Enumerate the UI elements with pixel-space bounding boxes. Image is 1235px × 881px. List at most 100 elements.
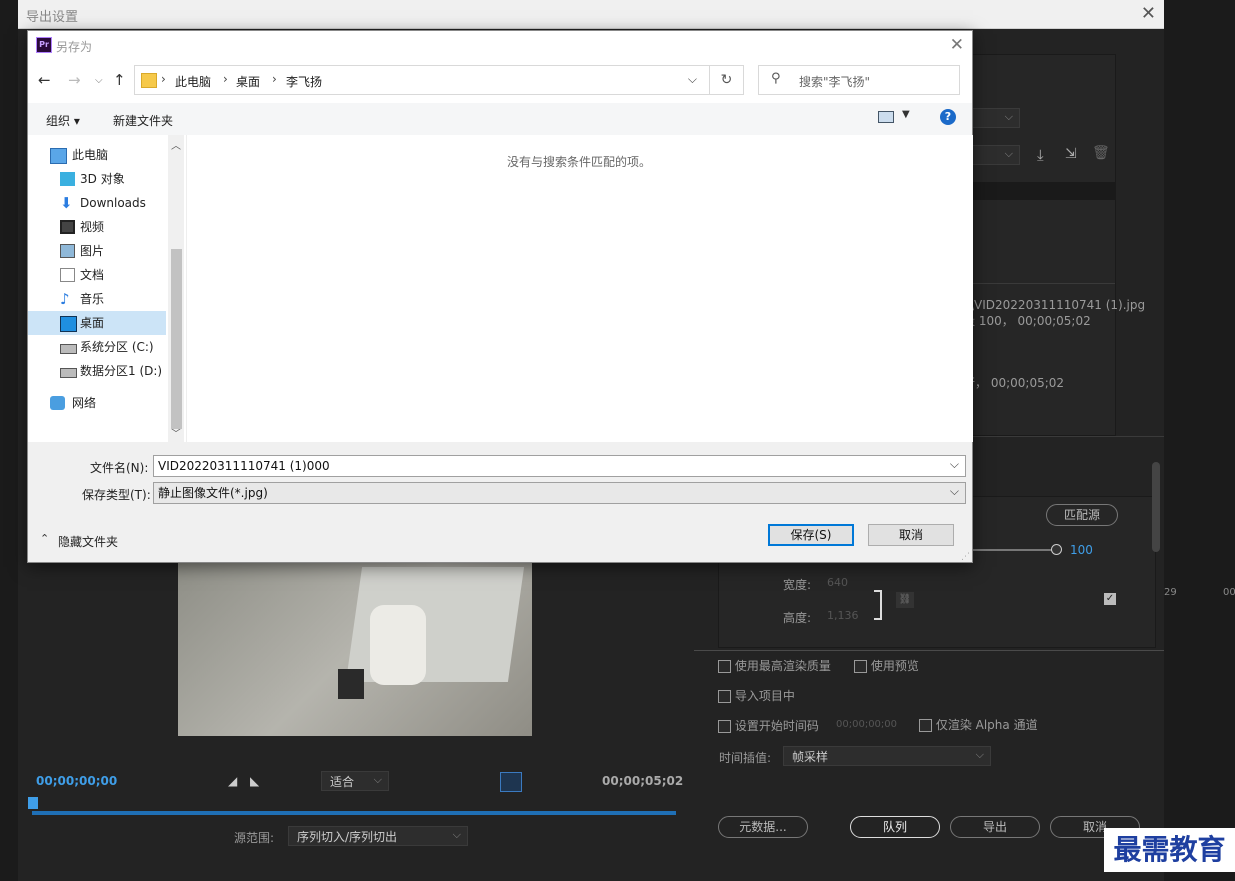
mark-in-icon[interactable]: ◢ bbox=[228, 774, 237, 788]
view-options-icon[interactable] bbox=[878, 111, 894, 123]
desktop-icon bbox=[60, 316, 77, 332]
checkbox[interactable] bbox=[718, 690, 731, 703]
fit-dropdown[interactable]: 适合 bbox=[321, 770, 389, 791]
delete-preset-icon[interactable]: 🗑 bbox=[1092, 145, 1110, 161]
refresh-button[interactable]: ↻ bbox=[710, 65, 744, 95]
format-dropdown[interactable] bbox=[970, 107, 1020, 128]
sidebar-item-pictures[interactable]: 图片 bbox=[28, 239, 168, 263]
sidebar-item-music[interactable]: ♪ 音乐 bbox=[28, 287, 168, 311]
summary-line-2: 量 100， 00;00;05;02 bbox=[963, 314, 1091, 328]
time-interpolation-dropdown[interactable]: 帧采样 bbox=[783, 745, 991, 766]
earbuds-case bbox=[370, 605, 426, 685]
summary-line-1: \VID20220311110741 (1).jpg bbox=[970, 298, 1146, 312]
scrollbar[interactable] bbox=[1152, 462, 1160, 552]
export-window-title: 导出设置 bbox=[26, 10, 79, 25]
search-input[interactable]: ⚲ 搜索"李飞扬" bbox=[758, 65, 960, 95]
checkbox[interactable] bbox=[919, 719, 932, 732]
sidebar-item-this-pc[interactable]: 此电脑 bbox=[28, 143, 168, 167]
help-icon[interactable]: ? bbox=[940, 109, 956, 125]
breadcrumb-item[interactable]: 桌面 bbox=[236, 73, 260, 90]
search-icon: ⚲ bbox=[771, 71, 781, 86]
match-source-button[interactable]: 匹配源 bbox=[1046, 504, 1118, 526]
source-range-dropdown[interactable]: 序列切入/序列切出 bbox=[288, 825, 468, 846]
crop-icon[interactable] bbox=[500, 772, 522, 792]
file-list-area[interactable]: 没有与搜索条件匹配的项。 bbox=[186, 135, 973, 442]
checkbox[interactable] bbox=[718, 720, 731, 733]
quality-slider-handle[interactable] bbox=[1051, 544, 1062, 555]
start-timecode-value[interactable]: 00;00;00;00 bbox=[836, 719, 897, 730]
quality-slider-track[interactable] bbox=[968, 549, 1054, 551]
import-into-project-option[interactable]: 导入项目中 bbox=[718, 687, 795, 704]
breadcrumb-separator: › bbox=[272, 72, 277, 86]
navigation-pane: 此电脑 3D 对象 ⬇ Downloads 视频 图片 文档 ♪ 音乐 桌面 系… bbox=[28, 135, 186, 442]
music-icon: ♪ bbox=[60, 290, 70, 308]
sidebar-item-videos[interactable]: 视频 bbox=[28, 215, 168, 239]
ruler-label: 00 bbox=[1223, 587, 1235, 598]
address-bar[interactable]: › 此电脑 › 桌面 › 李飞扬 ⌵ bbox=[134, 65, 710, 95]
export-title-bar: 导出设置 ✕ bbox=[18, 0, 1164, 29]
height-value[interactable]: 1,136 bbox=[827, 609, 859, 622]
mark-out-icon[interactable]: ◣ bbox=[250, 774, 259, 788]
checkbox[interactable] bbox=[718, 660, 731, 673]
source-range-label: 源范围: bbox=[234, 831, 275, 845]
resize-grip-icon[interactable]: ⋰ bbox=[961, 552, 970, 562]
recent-locations-icon[interactable]: ⌵ bbox=[95, 75, 103, 86]
quality-value[interactable]: 100 bbox=[1070, 543, 1093, 557]
filetype-label: 保存类型(T): bbox=[82, 488, 151, 502]
link-icon[interactable]: ⛓ bbox=[896, 592, 914, 608]
playhead[interactable] bbox=[28, 797, 38, 809]
use-previews-option[interactable]: 使用预览 bbox=[854, 657, 919, 674]
max-render-quality-option[interactable]: 使用最高渲染质量 bbox=[718, 657, 831, 674]
metadata-button[interactable]: 元数据... bbox=[718, 816, 808, 838]
right-panel-strip: 29 00 bbox=[1164, 0, 1235, 881]
breadcrumb-item[interactable]: 此电脑 bbox=[175, 73, 211, 90]
save-preset-icon[interactable]: ⤓ bbox=[1037, 146, 1044, 164]
filetype-dropdown[interactable]: 静止图像文件(*.jpg) bbox=[153, 481, 966, 504]
close-icon[interactable]: ✕ bbox=[1141, 3, 1156, 24]
import-preset-icon[interactable]: ⇲ bbox=[1065, 146, 1077, 162]
sidebar-item-drive-d[interactable]: 数据分区1 (D:) bbox=[28, 359, 168, 383]
checkbox-checked[interactable]: ✓ bbox=[1104, 593, 1116, 605]
sidebar-item-documents[interactable]: 文档 bbox=[28, 263, 168, 287]
watermark-logo: 最需教育 bbox=[1104, 828, 1235, 872]
width-label: 宽度: bbox=[783, 578, 812, 592]
cancel-button[interactable]: 取消 bbox=[868, 524, 954, 546]
set-start-timecode-option[interactable]: 设置开始时间码 bbox=[718, 717, 819, 734]
refresh-icon: ↻ bbox=[720, 72, 733, 88]
sidebar-item-desktop[interactable]: 桌面 bbox=[28, 311, 166, 335]
timeline-track[interactable] bbox=[32, 811, 676, 815]
sidebar-item-downloads[interactable]: ⬇ Downloads bbox=[28, 191, 168, 215]
hide-folders-toggle[interactable]: 隐藏文件夹 bbox=[58, 533, 118, 550]
up-arrow-icon[interactable]: ↑ bbox=[113, 71, 126, 89]
breadcrumb-separator: › bbox=[161, 72, 166, 86]
preview-image bbox=[178, 561, 532, 736]
breadcrumb-separator: › bbox=[223, 72, 228, 86]
chevron-up-icon[interactable]: ︿ bbox=[171, 137, 181, 152]
height-label: 高度: bbox=[783, 611, 812, 625]
sidebar-item-3d-objects[interactable]: 3D 对象 bbox=[28, 167, 168, 191]
forward-arrow-icon[interactable]: → bbox=[68, 71, 81, 89]
queue-button[interactable]: 队列 bbox=[850, 816, 940, 838]
close-icon[interactable]: ✕ bbox=[950, 35, 964, 55]
checkbox[interactable] bbox=[854, 660, 867, 673]
chevron-down-icon[interactable]: ▼ bbox=[902, 109, 910, 120]
width-value[interactable]: 640 bbox=[827, 576, 848, 589]
chevron-down-icon[interactable]: ⌵ bbox=[688, 72, 697, 87]
chevron-up-icon[interactable]: ⌃ bbox=[40, 532, 49, 545]
comments-field[interactable] bbox=[970, 182, 1115, 200]
sidebar-item-drive-c[interactable]: 系统分区 (C:) bbox=[28, 335, 168, 359]
new-folder-button[interactable]: 新建文件夹 bbox=[113, 112, 173, 129]
breadcrumb-item[interactable]: 李飞扬 bbox=[286, 73, 322, 90]
render-alpha-only-option[interactable]: 仅渲染 Alpha 通道 bbox=[919, 716, 1038, 733]
sidebar-item-network[interactable]: 网络 bbox=[28, 391, 168, 415]
scrollbar-thumb[interactable] bbox=[171, 249, 182, 429]
export-button[interactable]: 导出 bbox=[950, 816, 1040, 838]
save-button[interactable]: 保存(S) bbox=[768, 524, 854, 546]
filename-input[interactable]: VID20220311110741 (1)000 bbox=[153, 454, 966, 477]
preset-dropdown[interactable] bbox=[970, 144, 1020, 165]
download-icon: ⬇ bbox=[60, 194, 73, 212]
ruler-label: 29 bbox=[1164, 587, 1177, 598]
organize-menu[interactable]: 组织 ▾ bbox=[46, 112, 80, 129]
timecode-start[interactable]: 00;00;00;00 bbox=[36, 774, 117, 788]
back-arrow-icon[interactable]: ← bbox=[38, 71, 51, 89]
